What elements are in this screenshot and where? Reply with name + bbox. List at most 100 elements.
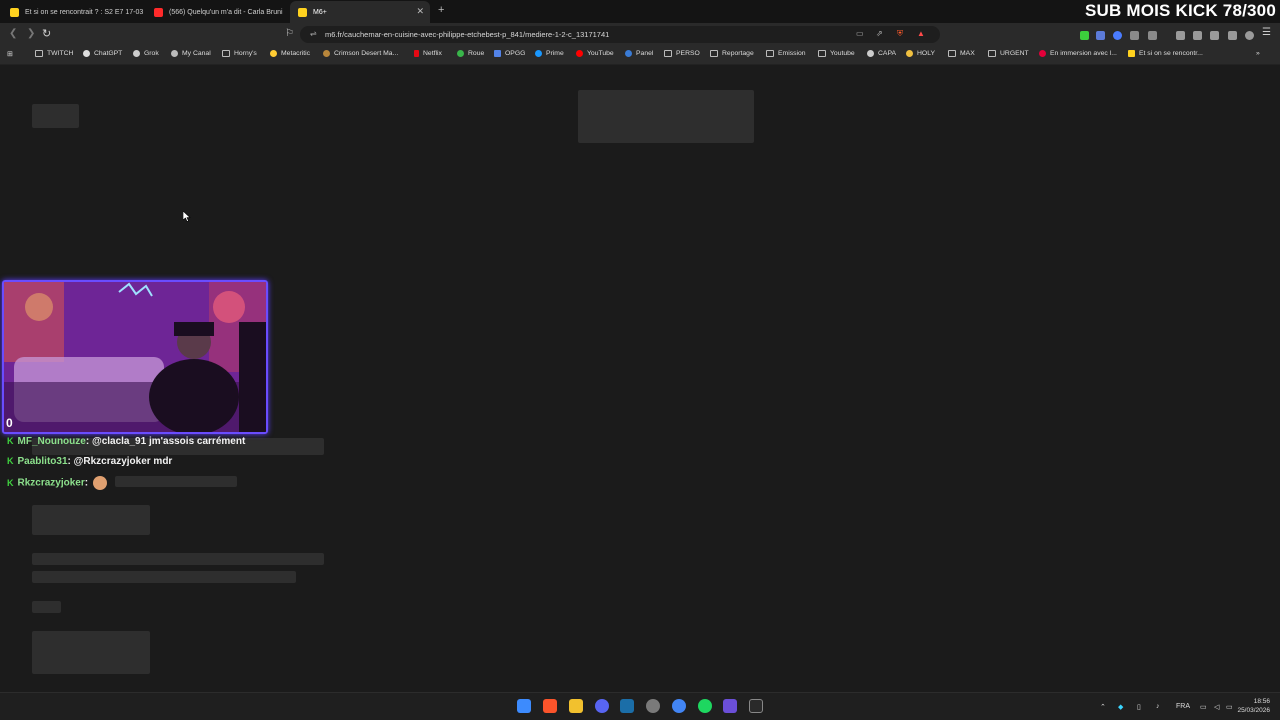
menu-icon[interactable]: ☰ [1262,27,1271,38]
close-tab-icon[interactable]: ✕ [416,6,424,17]
reload-icon[interactable]: ↻ [42,27,51,40]
capa-icon [867,50,874,57]
webcam-feed [4,282,266,432]
address-bar[interactable]: ⇌ m6.fr/cauchemar-en-cuisine-avec-philip… [300,26,940,43]
brave-browser-icon[interactable] [543,699,557,713]
battery-icon[interactable]: ▭ [1226,703,1233,711]
volume-icon[interactable]: ◁ [1214,703,1219,711]
tray-steam-icon[interactable]: ◆ [1118,703,1123,711]
bookmark-my-canal[interactable]: My Canal [171,50,211,57]
bookmark-max[interactable]: MAX [948,50,975,57]
bookmark-chatgpt[interactable]: ChatGPT [83,50,122,57]
chat-message: K MF_Nounouze: @clacla_91 jm'assois carré… [7,436,245,447]
bookmarks-bar: ⊞ TWITCH ChatGPT Grok My Canal Horny's M… [0,46,1280,65]
new-tab-icon[interactable]: + [438,4,444,16]
chatgpt-app-icon[interactable] [646,699,660,713]
bookmark-holy[interactable]: HOLY [906,50,935,57]
tray-mic-icon[interactable]: ♪ [1156,703,1160,710]
bookmark-label: Horny's [234,50,257,57]
forward-icon[interactable]: ❯ [27,28,35,39]
chat-username: Rkzcrazyjoker [17,477,85,489]
tab-label: Et si on se rencontrait ? : S2 E7 17-03 [25,8,144,16]
folder-icon [766,50,774,57]
site-settings-icon[interactable]: ⇌ [310,29,317,38]
bookmark-metacritic[interactable]: Metacritic [270,50,310,57]
bookmark-capa[interactable]: CAPA [867,50,896,57]
kick-icon: K [7,477,14,488]
tab-label: M6+ [313,8,327,16]
leo-ai-icon[interactable] [1228,31,1237,40]
bookmark-label: ChatGPT [94,50,123,57]
bookmark-prime[interactable]: Prime [535,50,564,57]
bookmark-reportage[interactable]: Reportage [710,50,754,57]
opgg-icon [494,50,501,57]
mouse-cursor-icon [183,211,191,222]
bookmark-roue[interactable]: Roue [457,50,484,57]
share-icon[interactable]: ⇗ [876,29,883,38]
bookmark-urgent[interactable]: URGENT [988,50,1029,57]
profile-icon[interactable] [1245,31,1254,40]
wallet-icon[interactable] [1210,31,1219,40]
skeleton-button [32,631,150,674]
bookmark-youtube[interactable]: YouTube [576,50,614,57]
folder-icon [948,50,956,57]
bookmark-twitch[interactable]: TWITCH [35,50,73,57]
apps-grid-icon[interactable]: ⊞ [7,50,13,58]
chrome-icon[interactable] [672,699,686,713]
back-icon[interactable]: ❮ [9,28,17,39]
folder-icon [664,50,672,57]
bookmark-et-si-on-se-rencontrait[interactable]: Et si on se rencontr... [1128,50,1203,57]
chat-username: Paablito31 [17,456,68,467]
network-icon[interactable]: ▭ [1200,703,1207,711]
more-bookmarks-icon[interactable]: » [1256,50,1260,57]
windows-start-icon[interactable] [517,699,531,713]
bookmark-youtube-folder[interactable]: Youtube [818,50,855,57]
media-icon[interactable] [1176,31,1185,40]
folder-icon [818,50,826,57]
skeleton-line [32,571,296,583]
youtube-favicon-icon [154,7,163,17]
canal-icon [171,50,178,57]
bookmark-panel[interactable]: Panel [625,50,653,57]
bookmark-opgg[interactable]: OPGG [494,50,525,57]
bookmark-hornys[interactable]: Horny's [222,50,257,57]
brave-shields-icon[interactable]: ⛨ [897,29,903,39]
extension-audio-icon[interactable] [1096,31,1105,40]
url-text: m6.fr/cauchemar-en-cuisine-avec-philippe… [325,30,610,39]
bookmark-page-icon[interactable]: ⚐ [285,28,294,39]
bookmark-perso[interactable]: PERSO [664,50,700,57]
language-indicator[interactable]: FRA [1176,703,1190,710]
bookmark-grok[interactable]: Grok [133,50,159,57]
extension-live-icon[interactable] [1080,31,1089,40]
tab-youtube-carla-bruni[interactable]: (566) Quelqu'un m'a dit - Carla Bruni [146,1,288,23]
steam-icon[interactable] [620,699,634,713]
obs-icon[interactable] [749,699,763,713]
brave-rewards-icon[interactable]: ▲ [917,29,925,38]
sidebar-icon[interactable] [1193,31,1202,40]
chat-text: @Rkzcrazyjoker mdr [73,456,173,467]
bookmark-en-immersion[interactable]: En immersion avec l... [1039,50,1117,57]
kick-icon: K [7,436,14,446]
skeleton-header-block [578,90,754,143]
tab-label: (566) Quelqu'un m'a dit - Carla Bruni [169,8,283,16]
panel-icon [625,50,632,57]
extension-vpn-icon[interactable] [1113,31,1122,40]
tray-chevron-icon[interactable]: ⌃ [1100,703,1106,711]
kick-icon: K [7,456,14,466]
bookmark-netflix[interactable]: Netflix [414,50,442,57]
extension-box-icon[interactable] [1148,31,1157,40]
extensions-icon[interactable] [1130,31,1139,40]
chat-message: K Rkzcrazyjoker: [7,476,107,490]
system-clock[interactable]: 18:56 25/03/2026 [1237,697,1270,715]
tab-m6-plus[interactable]: M6+ ✕ [290,1,430,23]
spotify-icon[interactable] [698,699,712,713]
app-grid-icon[interactable] [723,699,737,713]
discord-icon[interactable] [595,699,609,713]
file-explorer-icon[interactable] [569,699,583,713]
bookmark-label: Panel [636,50,654,57]
bookmark-crimson-desert[interactable]: Crimson Desert Ma... [323,50,398,57]
bookmark-emission[interactable]: Emission [766,50,806,57]
cast-icon[interactable]: ▭ [856,29,864,38]
tab-et-si-on-se-rencontrait[interactable]: Et si on se rencontrait ? : S2 E7 17-03 [2,1,144,23]
tray-usb-icon[interactable]: ▯ [1137,703,1141,711]
